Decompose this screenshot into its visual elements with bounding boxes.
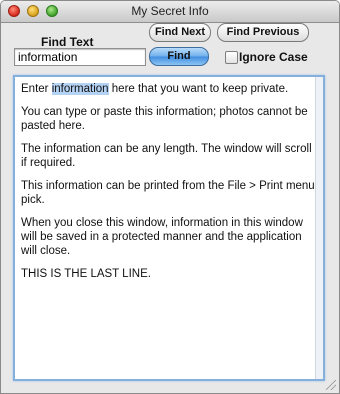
- app-window: My Secret Info Find Text Find Next Find …: [0, 0, 340, 394]
- window-title: My Secret Info: [131, 4, 209, 18]
- find-text-input[interactable]: [14, 48, 146, 66]
- text-segment: Enter: [21, 83, 52, 95]
- text-line: Enter information here that you want to …: [21, 82, 315, 96]
- text-paragraph: You can type or paste this information; …: [21, 106, 308, 132]
- resize-grip-icon[interactable]: [326, 380, 336, 390]
- text-paragraph: This information can be printed from the…: [21, 180, 315, 206]
- text-paragraph: THIS IS THE LAST LINE.: [21, 268, 151, 280]
- vertical-scrollbar[interactable]: [315, 77, 323, 379]
- find-text-label: Find Text: [41, 35, 94, 49]
- find-previous-button[interactable]: Find Previous: [217, 23, 309, 42]
- search-match-highlight: information: [51, 83, 109, 95]
- ignore-case-label[interactable]: Ignore Case: [239, 50, 308, 64]
- title-bar[interactable]: My Secret Info: [1, 1, 339, 23]
- find-next-button[interactable]: Find Next: [149, 23, 211, 42]
- text-paragraph: The information can be any length. The w…: [21, 143, 312, 169]
- text-paragraph: When you close this window, information …: [21, 217, 303, 257]
- text-segment: here that you want to keep private.: [108, 83, 289, 95]
- find-button[interactable]: Find: [149, 47, 209, 66]
- ignore-case-checkbox[interactable]: [225, 51, 238, 64]
- secret-text-area[interactable]: Enter information here that you want to …: [13, 75, 325, 381]
- secret-text-content[interactable]: Enter information here that you want to …: [21, 82, 315, 290]
